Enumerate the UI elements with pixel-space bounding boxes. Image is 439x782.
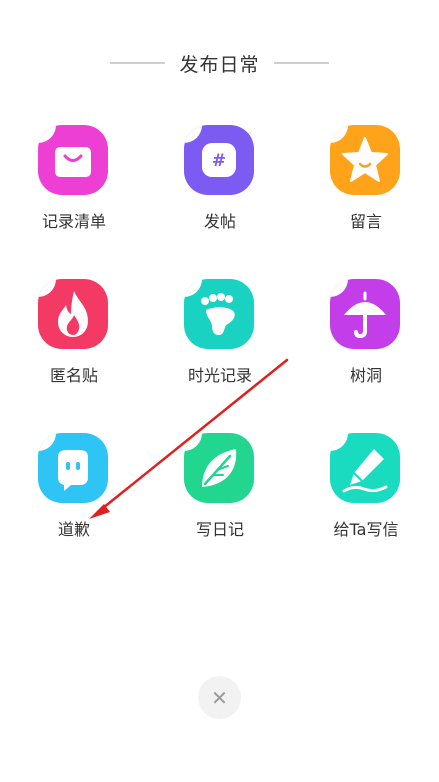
option-label: 道歉 <box>57 520 90 539</box>
face-icon <box>38 433 108 503</box>
close-icon: ✕ <box>211 685 228 710</box>
option-label: 时光记录 <box>187 366 252 385</box>
star-icon <box>330 125 400 195</box>
sheet-title: 发布日常 <box>179 53 260 76</box>
post-option-tree-hole[interactable]: 树洞 <box>306 279 426 404</box>
post-option-letter[interactable]: 给Ta写信 <box>306 433 426 558</box>
sheet-header: 发布日常 <box>0 48 439 78</box>
option-label: 留言 <box>349 212 382 231</box>
footprint-icon <box>184 279 254 349</box>
leaf-icon <box>184 433 254 503</box>
post-option-diary[interactable]: 写日记 <box>160 433 280 558</box>
option-label: 树洞 <box>349 366 382 385</box>
post-option-apology[interactable]: 道歉 <box>14 433 134 558</box>
post-option-checklist[interactable]: 记录清单 <box>14 125 134 250</box>
close-button[interactable]: ✕ <box>198 676 241 719</box>
header-divider-right <box>273 62 329 64</box>
post-option-time-record[interactable]: 时光记录 <box>160 279 280 404</box>
umbrella-icon <box>330 279 400 349</box>
shopping-bag-icon <box>38 125 108 195</box>
header-divider-left <box>110 62 166 64</box>
hashtag-icon: # <box>184 125 254 195</box>
option-label: 给Ta写信 <box>333 520 399 539</box>
post-option-post[interactable]: # 发帖 <box>160 125 280 250</box>
flame-icon <box>38 279 108 349</box>
post-option-anonymous[interactable]: 匿名贴 <box>14 279 134 404</box>
option-label: 匿名贴 <box>49 366 98 385</box>
pen-icon <box>330 433 400 503</box>
option-label: 记录清单 <box>41 212 106 231</box>
option-label: 发帖 <box>203 212 236 231</box>
post-option-message[interactable]: 留言 <box>306 125 426 250</box>
svg-text:#: # <box>212 151 226 171</box>
option-label: 写日记 <box>195 520 244 539</box>
